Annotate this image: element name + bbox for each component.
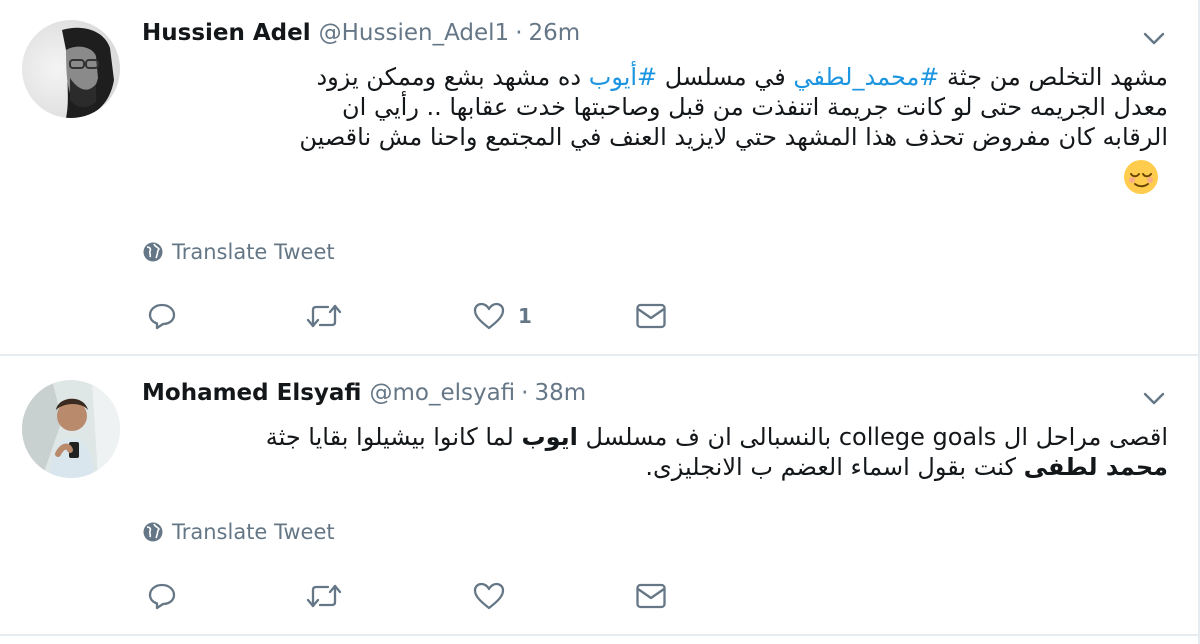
hashtag-link[interactable]: #محمد_لطفي	[793, 63, 939, 91]
tweet-text-line: محمد لطفى كنت بقول اسماء العضم ب الانجلي…	[645, 453, 1168, 481]
heart-icon	[473, 302, 505, 330]
chevron-down-icon[interactable]	[1140, 24, 1168, 52]
retweet-button[interactable]	[304, 580, 344, 612]
retweet-button[interactable]	[304, 300, 344, 332]
tweet-header: Mohamed Elsyafi @mo_elsyafi · 38m	[142, 380, 586, 412]
user-name[interactable]: Mohamed Elsyafi	[142, 380, 361, 406]
tweet-time[interactable]: 38m	[534, 380, 586, 406]
tweet-text-line: الرقابه كان مفروض تحذف هذا المشهد حتي لا…	[299, 123, 1168, 151]
tweet-text-line: معدل الجريمه حتى لو كانت جريمة اتنفذت من…	[342, 93, 1168, 121]
reply-button[interactable]	[146, 580, 178, 612]
tweet-time[interactable]: 26m	[529, 20, 581, 46]
envelope-icon	[636, 303, 666, 329]
reply-icon	[148, 303, 176, 330]
retweet-icon	[306, 304, 342, 328]
translate-label: Translate Tweet	[172, 240, 335, 264]
tweet-text-line: 😌	[138, 152, 1168, 198]
like-count: 1	[518, 304, 532, 328]
direct-message-button[interactable]	[634, 300, 668, 332]
tweet[interactable]: Mohamed Elsyafi @mo_elsyafi · 38m اقصى م…	[0, 356, 1200, 636]
separator-dot: ·	[515, 20, 523, 46]
direct-message-button[interactable]	[634, 580, 668, 612]
relieved-face-icon	[1124, 160, 1159, 194]
like-button[interactable]	[472, 580, 518, 612]
tweet-header: Hussien Adel @Hussien_Adel1 · 26m	[142, 20, 580, 52]
tweet-text-line: اقصى مراحل ال college goals بالنسبالى ان…	[265, 423, 1168, 451]
tweet-text: اقصى مراحل ال college goals بالنسبالى ان…	[138, 422, 1168, 482]
separator-dot: ·	[521, 380, 529, 406]
tweet-divider	[0, 634, 1200, 636]
tweet-actions	[142, 580, 702, 620]
tweet[interactable]: Hussien Adel @Hussien_Adel1 · 26m مشهد ا…	[0, 0, 1200, 355]
tweet-actions: 1	[142, 300, 702, 340]
globe-icon	[143, 242, 163, 262]
like-button[interactable]: 1	[472, 300, 532, 332]
translate-tweet-link[interactable]: Translate Tweet	[142, 520, 335, 544]
tweet-text-line: مشهد التخلص من جثة #محمد_لطفي في مسلسل #…	[316, 63, 1168, 91]
retweet-icon	[306, 584, 342, 608]
chevron-down-icon[interactable]	[1140, 384, 1168, 412]
user-handle[interactable]: @mo_elsyafi	[369, 380, 515, 406]
translate-tweet-link[interactable]: Translate Tweet	[142, 240, 335, 264]
tweet-text: مشهد التخلص من جثة #محمد_لطفي في مسلسل #…	[138, 62, 1168, 198]
reply-icon	[148, 583, 176, 610]
user-handle[interactable]: @Hussien_Adel1	[319, 20, 510, 46]
envelope-icon	[636, 583, 666, 609]
user-name[interactable]: Hussien Adel	[142, 20, 311, 46]
avatar[interactable]	[22, 380, 120, 478]
globe-icon	[143, 522, 163, 542]
avatar[interactable]	[22, 20, 120, 118]
translate-label: Translate Tweet	[172, 520, 335, 544]
hashtag-link[interactable]: #أيوب	[589, 63, 657, 91]
heart-icon	[473, 582, 505, 610]
reply-button[interactable]	[146, 300, 178, 332]
